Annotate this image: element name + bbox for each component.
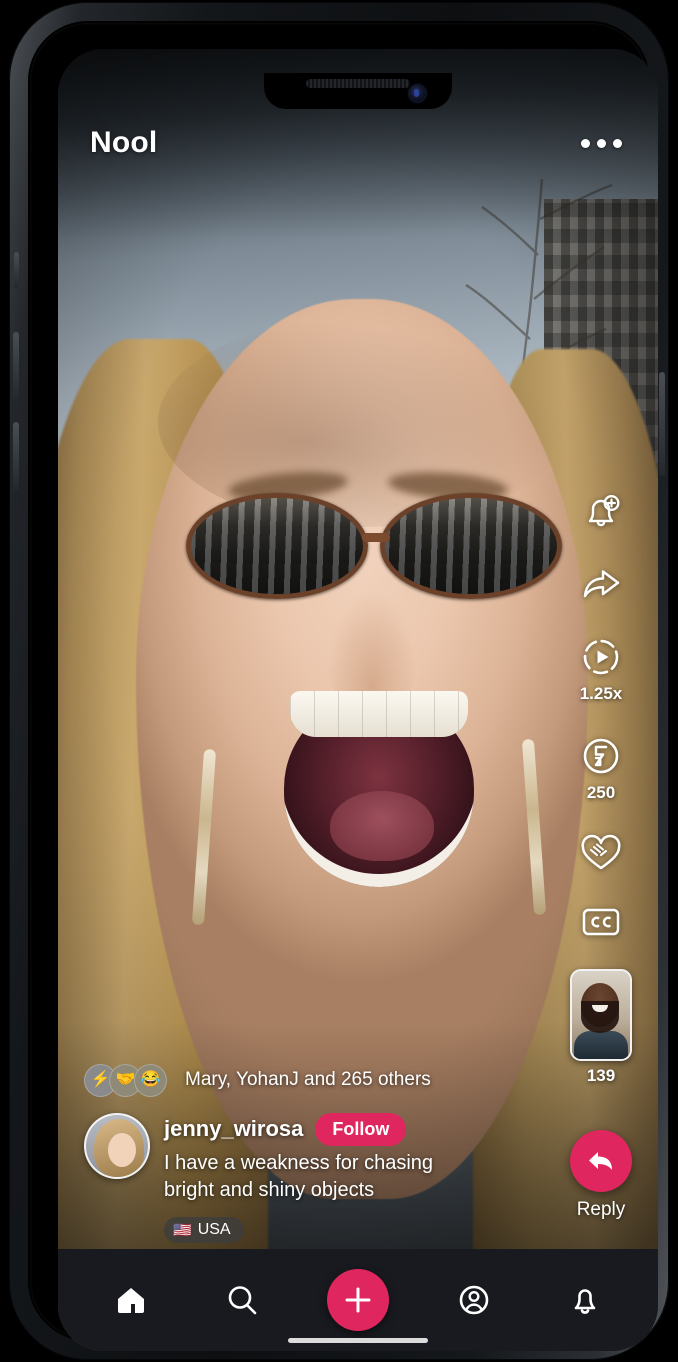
bottom-navigation [58, 1249, 658, 1351]
share-arrow-icon [583, 570, 620, 598]
plus-icon [345, 1287, 371, 1313]
support-button[interactable] [578, 833, 624, 875]
phone-frame: Nool 1.25x 250 139 Reply ⚡ 🤝 😂 Mary, Yoh… [9, 2, 669, 1360]
nav-profile[interactable] [449, 1275, 499, 1325]
volume-down-button[interactable] [13, 422, 19, 490]
video-replies-button[interactable]: 139 [570, 969, 632, 1086]
app-header: Nool [58, 115, 658, 171]
location-tag[interactable]: 🇺🇸 USA [164, 1217, 244, 1243]
app-title: Nool [90, 126, 158, 159]
screenshot-root: Nool 1.25x 250 139 Reply ⚡ 🤝 😂 Mary, Yoh… [0, 0, 678, 1362]
earpiece-speaker [306, 79, 410, 88]
home-icon [118, 1288, 145, 1313]
bell-plus-icon [588, 494, 620, 527]
video-thumbnail [570, 969, 632, 1061]
notify-button[interactable] [578, 489, 624, 535]
share-button[interactable] [578, 565, 624, 605]
reactions-summary: Mary, YohanJ and 265 others [185, 1069, 431, 1091]
camera-lens-dot [414, 89, 419, 97]
avatar-face [108, 1132, 136, 1167]
closed-captions-icon [582, 908, 620, 936]
dot-1 [581, 138, 590, 148]
dot-2 [597, 138, 606, 148]
nav-notifications[interactable] [560, 1275, 610, 1325]
search-icon [228, 1286, 256, 1315]
dot-3 [613, 138, 622, 148]
bell-icon [574, 1289, 596, 1314]
volume-up-button[interactable] [13, 332, 19, 400]
flash-button[interactable]: 250 [579, 734, 623, 803]
nav-search[interactable] [217, 1275, 267, 1325]
flash-count-label: 250 [586, 783, 616, 802]
notch [264, 73, 452, 109]
mute-switch[interactable] [14, 252, 19, 288]
captions-button[interactable] [578, 905, 624, 939]
post-caption: I have a weakness for chasing bright and… [164, 1151, 434, 1202]
reactions-row[interactable]: ⚡ 🤝 😂 Mary, YohanJ and 265 others [84, 1063, 632, 1097]
heart-handshake-icon [581, 834, 621, 870]
reply-button[interactable]: Reply [570, 1130, 632, 1221]
profile-icon [460, 1285, 489, 1315]
location-label: USA [197, 1221, 231, 1238]
playback-speed-label: 1.25x [579, 684, 623, 703]
post-info: jenny_wirosa Follow I have a weakness fo… [84, 1112, 632, 1243]
reply-arrow-icon [589, 1152, 612, 1170]
playback-speed-button[interactable]: 1.25x [579, 635, 623, 704]
more-options-button[interactable] [577, 131, 626, 156]
action-rail: 1.25x 250 139 Reply [558, 489, 644, 1221]
flag-icon: 🇺🇸 [173, 1222, 192, 1239]
reaction-emoji-2: 😂 [134, 1063, 167, 1097]
thumbnail-body [574, 1031, 628, 1059]
phone-screen: Nool 1.25x 250 139 Reply ⚡ 🤝 😂 Mary, Yoh… [58, 49, 658, 1351]
playback-speed-icon [583, 639, 619, 675]
front-camera-icon [409, 85, 426, 102]
follow-button[interactable]: Follow [315, 1112, 407, 1146]
phone-bezel: Nool 1.25x 250 139 Reply ⚡ 🤝 😂 Mary, Yoh… [28, 21, 658, 1351]
flash-circle-icon [583, 738, 619, 774]
reaction-pills: ⚡ 🤝 😂 [84, 1063, 167, 1097]
nav-create[interactable] [326, 1269, 389, 1331]
username[interactable]: jenny_wirosa [164, 1116, 303, 1142]
reply-label: Reply [576, 1199, 626, 1220]
power-button[interactable] [659, 372, 665, 476]
reply-button-circle [570, 1130, 632, 1192]
nav-home[interactable] [106, 1275, 156, 1325]
video-replies-count: 139 [586, 1066, 616, 1085]
home-indicator [288, 1338, 428, 1343]
avatar[interactable] [84, 1112, 150, 1179]
